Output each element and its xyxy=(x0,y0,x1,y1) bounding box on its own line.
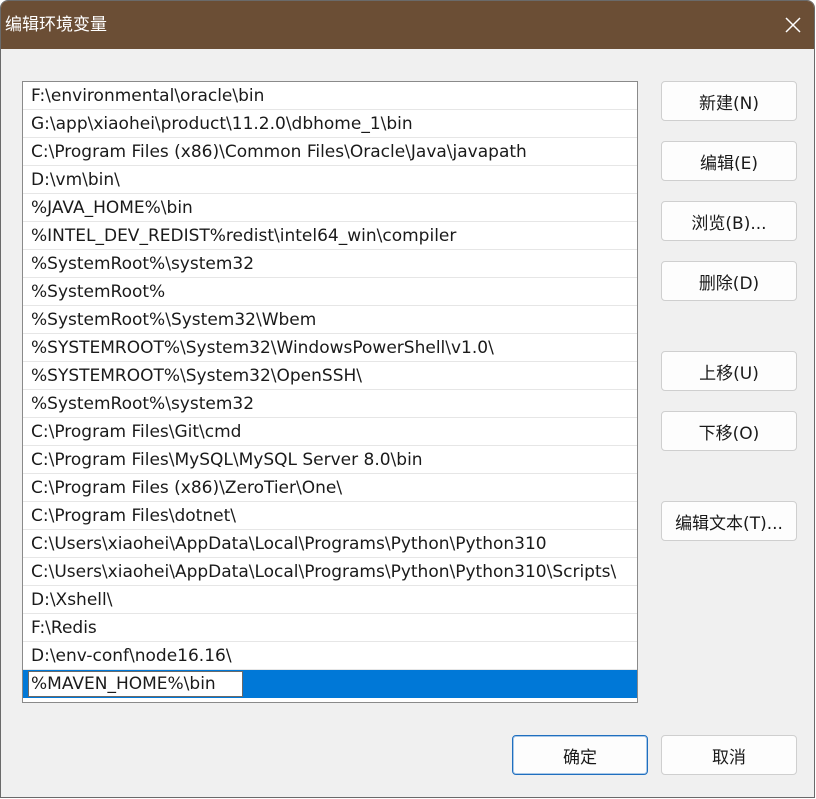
path-row[interactable]: C:\Users\xiaohei\AppData\Local\Programs\… xyxy=(23,530,637,558)
close-button[interactable] xyxy=(778,10,808,40)
path-row[interactable]: C:\Program Files\MySQL\MySQL Server 8.0\… xyxy=(23,446,637,474)
move-down-button[interactable]: 下移(O) xyxy=(661,411,797,451)
path-list[interactable]: F:\environmental\oracle\bin G:\app\xiaohe… xyxy=(22,81,638,703)
ok-button[interactable]: 确定 xyxy=(512,735,648,775)
path-row[interactable]: D:\env-conf\node16.16\ xyxy=(23,642,637,670)
path-edit-input[interactable] xyxy=(28,671,243,697)
close-icon xyxy=(785,17,801,33)
browse-button[interactable]: 浏览(B)... xyxy=(661,201,797,241)
edit-env-var-dialog: 编辑环境变量 F:\environmental\oracle\bin G:\app… xyxy=(0,0,815,798)
path-row[interactable]: %JAVA_HOME%\bin xyxy=(23,194,637,222)
new-button[interactable]: 新建(N) xyxy=(661,81,797,121)
path-row[interactable]: %SYSTEMROOT%\System32\WindowsPowerShell\… xyxy=(23,334,637,362)
path-row[interactable]: D:\vm\bin\ xyxy=(23,166,637,194)
path-row[interactable]: G:\app\xiaohei\product\11.2.0\dbhome_1\b… xyxy=(23,110,637,138)
path-row[interactable]: F:\Redis xyxy=(23,614,637,642)
delete-button[interactable]: 删除(D) xyxy=(661,261,797,301)
path-row[interactable]: C:\Program Files (x86)\Common Files\Orac… xyxy=(23,138,637,166)
edit-text-button[interactable]: 编辑文本(T)... xyxy=(661,501,797,541)
path-row[interactable]: C:\Program Files\dotnet\ xyxy=(23,502,637,530)
path-row[interactable]: %SystemRoot%\system32 xyxy=(23,390,637,418)
path-row[interactable]: C:\Users\xiaohei\AppData\Local\Programs\… xyxy=(23,558,637,586)
path-row[interactable]: D:\Xshell\ xyxy=(23,586,637,614)
path-row[interactable]: C:\Program Files\Git\cmd xyxy=(23,418,637,446)
path-row[interactable]: %SystemRoot% xyxy=(23,278,637,306)
path-row[interactable]: %SYSTEMROOT%\System32\OpenSSH\ xyxy=(23,362,637,390)
path-row[interactable]: %SystemRoot%\System32\Wbem xyxy=(23,306,637,334)
path-row[interactable]: C:\Program Files (x86)\ZeroTier\One\ xyxy=(23,474,637,502)
path-row[interactable]: %INTEL_DEV_REDIST%redist\intel64_win\com… xyxy=(23,222,637,250)
move-up-button[interactable]: 上移(U) xyxy=(661,351,797,391)
path-row-editing[interactable] xyxy=(23,670,637,698)
path-row[interactable]: F:\environmental\oracle\bin xyxy=(23,82,637,110)
window-title: 编辑环境变量 xyxy=(5,15,107,35)
path-row[interactable]: %SystemRoot%\system32 xyxy=(23,250,637,278)
title-bar: 编辑环境变量 xyxy=(1,1,814,49)
cancel-button[interactable]: 取消 xyxy=(661,735,797,775)
edit-button[interactable]: 编辑(E) xyxy=(661,141,797,181)
